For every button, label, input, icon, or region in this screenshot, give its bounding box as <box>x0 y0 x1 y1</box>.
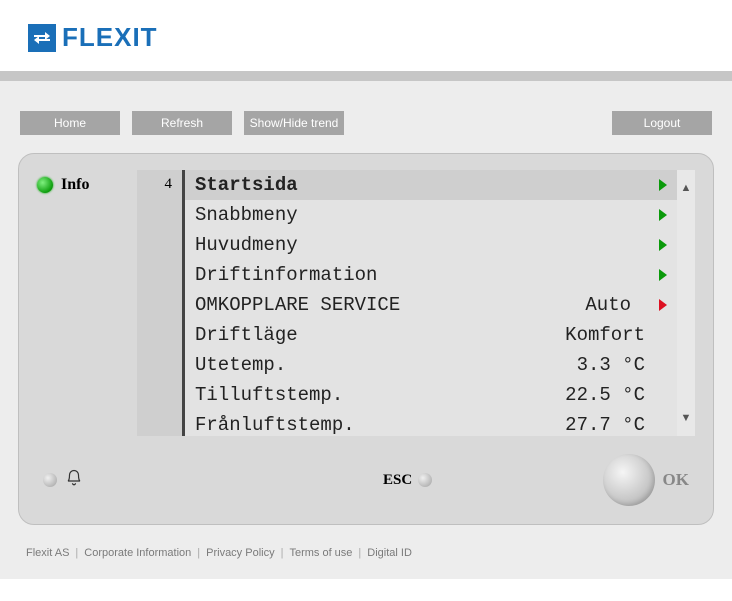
esc-label: ESC <box>383 472 412 489</box>
menu-row[interactable]: DriftlägeKomfort <box>185 320 677 350</box>
menu-header-label: Startsida <box>195 174 653 196</box>
logo-icon <box>28 24 56 52</box>
footer-link[interactable]: Privacy Policy <box>206 547 274 559</box>
menu-row-value: 22.5 °C <box>565 384 667 406</box>
panel-bottom: ESC OK <box>37 436 695 510</box>
chevron-right-icon <box>659 239 667 251</box>
header: FLEXIT <box>0 0 732 71</box>
footer-link[interactable]: Corporate Information <box>84 547 191 559</box>
menu-header-row[interactable]: Startsida <box>185 170 677 200</box>
menu-row[interactable]: OMKOPPLARE SERVICEAuto <box>185 290 677 320</box>
menu-row[interactable]: Snabbmeny <box>185 200 677 230</box>
footer-separator: | <box>75 547 78 559</box>
device-panel: Info 4 Startsida Snabbmeny Huvudmeny Drift… <box>18 153 714 525</box>
chevron-right-icon <box>659 269 667 281</box>
showhide-trend-button[interactable]: Show/Hide trend <box>244 111 344 135</box>
esc-button[interactable] <box>418 473 432 487</box>
chevron-right-icon <box>659 179 667 191</box>
bell-icon[interactable] <box>65 469 83 492</box>
logo-text: FLEXIT <box>62 22 158 53</box>
logout-button[interactable]: Logout <box>612 111 712 135</box>
menu-row-label: OMKOPPLARE SERVICE <box>195 294 585 316</box>
chevron-right-icon <box>659 299 667 311</box>
ok-group: OK <box>603 454 689 506</box>
menu-list: Startsida Snabbmeny Huvudmeny Driftinforma… <box>185 170 677 436</box>
menu-row-value: Auto <box>585 294 653 316</box>
chevron-right-icon <box>659 209 667 221</box>
info-label: Info <box>61 176 89 194</box>
menu-row[interactable]: Frånluftstemp.27.7 °C <box>185 410 677 440</box>
menu-row[interactable]: Utetemp.3.3 °C <box>185 350 677 380</box>
footer-link[interactable]: Digital ID <box>367 547 412 559</box>
panel-top: Info 4 Startsida Snabbmeny Huvudmeny Drift… <box>37 170 695 436</box>
page-number: 4 <box>165 176 173 192</box>
status-led-icon <box>37 177 53 193</box>
esc-group: ESC <box>383 472 440 489</box>
logo: FLEXIT <box>28 22 704 53</box>
menu-row-label: Frånluftstemp. <box>195 414 565 436</box>
menu-row-label: Tilluftstemp. <box>195 384 565 406</box>
footer-separator: | <box>358 547 361 559</box>
menu-row-value: 3.3 °C <box>577 354 667 376</box>
scroll-down-icon[interactable]: ▼ <box>681 412 692 424</box>
menu-row-label: Huvudmeny <box>195 234 653 256</box>
scroll-up-icon[interactable]: ▲ <box>681 182 692 194</box>
scrollbar[interactable]: ▲ ▼ <box>677 170 695 436</box>
rotary-knob[interactable] <box>603 454 655 506</box>
page-number-column: 4 <box>137 170 185 436</box>
footer-link[interactable]: Flexit AS <box>26 547 69 559</box>
footer: Flexit AS | Corporate Information | Privacy … <box>18 525 714 559</box>
main-area: Home Refresh Show/Hide trend Logout Info… <box>0 81 732 579</box>
ok-label: OK <box>663 470 689 490</box>
refresh-button[interactable]: Refresh <box>132 111 232 135</box>
menu-row-label: Driftläge <box>195 324 565 346</box>
footer-separator: | <box>197 547 200 559</box>
menu-row[interactable]: Driftinformation <box>185 260 677 290</box>
info-column: Info <box>37 170 137 194</box>
toolbar: Home Refresh Show/Hide trend Logout <box>18 111 714 135</box>
menu-row[interactable]: Tilluftstemp.22.5 °C <box>185 380 677 410</box>
menu-row-value: Komfort <box>565 324 667 346</box>
indicator-led-icon <box>43 473 57 487</box>
home-button[interactable]: Home <box>20 111 120 135</box>
menu-row-value: 27.7 °C <box>565 414 667 436</box>
menu-row[interactable]: Huvudmeny <box>185 230 677 260</box>
menu-row-label: Utetemp. <box>195 354 577 376</box>
menu-row-label: Driftinformation <box>195 264 653 286</box>
footer-separator: | <box>281 547 284 559</box>
footer-link[interactable]: Terms of use <box>289 547 352 559</box>
divider-band <box>0 71 732 81</box>
menu-row-label: Snabbmeny <box>195 204 653 226</box>
